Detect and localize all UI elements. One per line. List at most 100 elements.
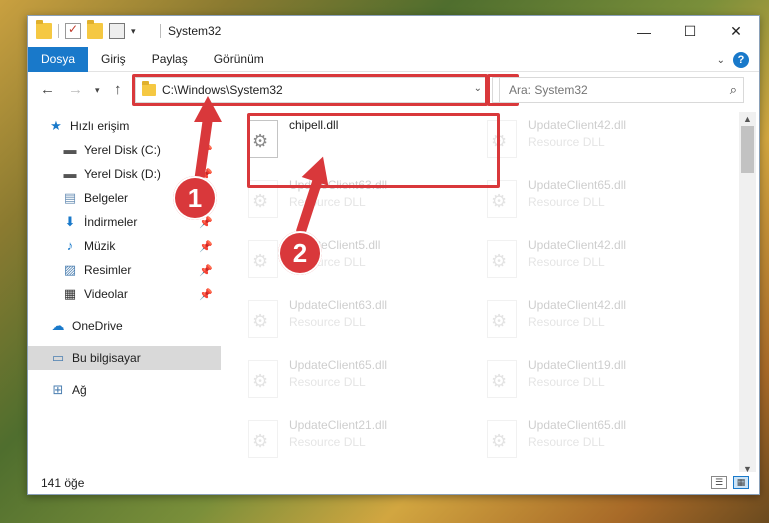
file-item[interactable]: UpdateClient19.dll Resource DLL [484,354,719,408]
file-type: Resource DLL [528,435,605,449]
file-type: Resource DLL [528,375,605,389]
dll-file-icon [487,240,517,278]
sidebar-item-network[interactable]: ⊞ Ağ [28,378,221,402]
sidebar-item-label: OneDrive [72,319,123,333]
pin-icon[interactable]: 📌 [199,240,213,253]
up-arrow-icon[interactable]: ↑ [114,81,122,98]
sidebar-item-label: Resimler [84,263,132,277]
sidebar-item-label: Yerel Disk (D:) [84,167,161,181]
sidebar-item-label: Ağ [72,383,87,397]
sidebar-item-label: Bu bilgisayar [72,351,141,365]
details-view-icon[interactable]: ☰ [711,476,727,489]
dll-file-icon [248,240,278,278]
minimize-button[interactable]: — [621,16,667,47]
file-item[interactable]: UpdateClient42.dll Resource DLL [484,114,719,168]
file-item[interactable]: UpdateClient42.dll Resource DLL [484,234,719,288]
back-arrow-icon[interactable]: ← [40,81,55,98]
sidebar-item-videos[interactable]: ▦ Videolar 📌 [28,282,221,306]
sidebar-item-music[interactable]: ♪ Müzik 📌 [28,234,221,258]
new-folder-icon[interactable] [87,20,103,39]
title-separator [160,24,161,38]
sidebar-item-quick-access[interactable]: ★ Hızlı erişim [28,114,221,138]
sidebar-item-this-pc[interactable]: ▭ Bu bilgisayar [28,346,221,370]
sidebar-item-label: Hızlı erişim [70,119,130,133]
close-button[interactable]: ✕ [713,16,759,47]
file-name: UpdateClient42.dll [528,298,627,312]
callout-badge-2: 2 [278,231,322,275]
properties-icon[interactable] [109,23,125,39]
file-item[interactable]: UpdateClient21.dll Resource DLL [245,414,480,468]
download-icon: ⬇ [64,214,76,229]
sidebar-item-label: Yerel Disk (C:) [84,143,161,157]
file-name: UpdateClient42.dll [528,118,627,132]
maximize-button[interactable]: ☐ [667,16,713,47]
window-title: System32 [168,24,222,38]
sidebar-item-label: Videolar [84,287,128,301]
dll-file-icon [248,420,278,458]
sidebar-item-pictures[interactable]: ▨ Resimler 📌 [28,258,221,282]
ribbon-controls: ⌄ ? [717,52,749,68]
tab-giris[interactable]: Giriş [88,47,139,72]
dll-file-icon [487,300,517,338]
search-icon[interactable]: ⌕ [730,82,737,98]
callout-badge-1: 1 [173,176,217,220]
file-item[interactable]: UpdateClient65.dll Resource DLL [484,174,719,228]
file-name: UpdateClient65.dll [528,178,627,192]
pin-icon[interactable]: 📌 [199,264,213,277]
recent-locations-dropdown-icon[interactable]: ▾ [95,85,100,96]
search-input[interactable] [509,83,709,97]
tab-gorunum[interactable]: Görünüm [201,47,277,72]
file-type: Resource DLL [528,135,605,149]
sidebar-item-local-disk-c[interactable]: ▬ Yerel Disk (C:) 📌 [28,138,221,162]
sidebar-item-label: İndirmeler [84,215,138,229]
file-item[interactable]: UpdateClient42.dll Resource DLL [484,294,719,348]
file-name: UpdateClient21.dll [289,418,388,432]
network-icon: ⊞ [52,382,64,397]
title-bar: ▾ System32 — ☐ ✕ [28,16,759,47]
file-name: UpdateClient65.dll [289,358,388,372]
dll-file-icon [248,300,278,338]
drive-icon: ▬ [63,166,77,181]
explorer-window: ▾ System32 — ☐ ✕ Dosya Giriş Paylaş Görü… [27,15,760,495]
file-item[interactable]: UpdateClient63.dll Resource DLL [245,294,480,348]
expand-ribbon-icon[interactable]: ⌄ [717,55,725,66]
highlight-box-file [247,113,500,188]
file-type: Resource DLL [289,195,366,209]
properties-check-icon[interactable] [65,22,81,39]
status-bar: 141 öğe ☰ ▦ [28,472,759,494]
scroll-up-icon[interactable]: ▲ [743,114,752,124]
help-icon[interactable]: ? [733,52,749,68]
file-name: UpdateClient63.dll [289,298,388,312]
forward-arrow-icon[interactable]: → [68,81,83,98]
file-type: Resource DLL [289,315,366,329]
pin-icon[interactable]: 📌 [199,288,213,301]
tab-paylas[interactable]: Paylaş [139,47,201,72]
toolbar-separator [58,24,59,38]
customize-toolbar-dropdown-icon[interactable]: ▾ [131,26,136,37]
scrollbar-thumb[interactable] [741,126,754,173]
window-controls: — ☐ ✕ [621,16,759,47]
folder-icon [36,20,52,39]
item-count: 141 öğe [41,476,85,490]
pictures-icon: ▨ [63,262,77,277]
music-icon: ♪ [66,238,74,253]
vertical-scrollbar[interactable]: ▲ ▼ [739,112,756,476]
documents-icon: ▤ [63,190,77,205]
dll-file-icon [248,360,278,398]
sidebar-item-label: Müzik [84,239,116,253]
file-item[interactable]: UpdateClient65.dll Resource DLL [484,414,719,468]
search-box[interactable]: ⌕ [499,77,744,103]
cloud-icon: ☁ [51,318,65,333]
view-switcher: ☰ ▦ [711,476,749,489]
tiles-view-icon[interactable]: ▦ [733,476,749,489]
videos-icon: ▦ [63,286,77,301]
sidebar-item-label: Belgeler [84,191,129,205]
tab-dosya[interactable]: Dosya [28,46,89,72]
quick-access-toolbar: ▾ [36,20,136,39]
file-item[interactable]: UpdateClient65.dll Resource DLL [245,354,480,408]
sidebar-item-onedrive[interactable]: ☁ OneDrive [28,314,221,338]
file-type: Resource DLL [528,315,605,329]
highlight-box-address [132,74,488,106]
file-type: Resource DLL [528,195,605,209]
star-icon: ★ [50,118,62,133]
